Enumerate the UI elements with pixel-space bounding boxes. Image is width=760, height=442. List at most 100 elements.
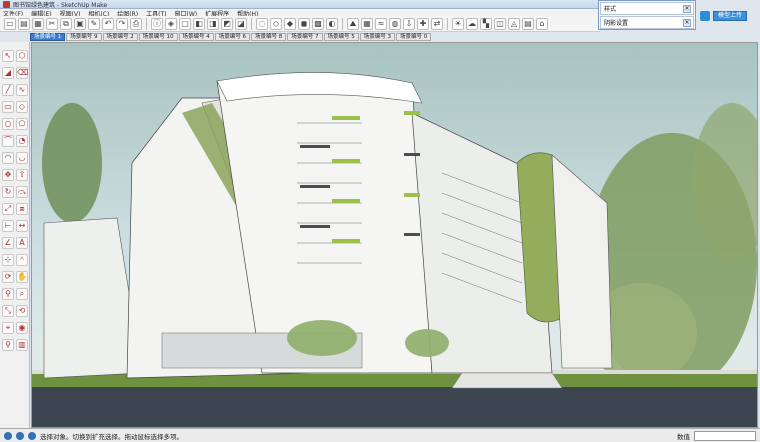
scene-tab[interactable]: 场景编号 4 [178, 33, 214, 41]
shadows-panel-row[interactable]: 阴影设置 × [600, 16, 694, 29]
scale-icon[interactable]: ⤢ [2, 203, 14, 215]
eraser-icon[interactable]: ⌫ [16, 67, 28, 79]
help-info-icon[interactable] [28, 431, 36, 440]
scene-tab[interactable]: 场景编号 8 [251, 33, 287, 41]
open-icon[interactable]: ▤ [18, 17, 30, 30]
section-icon[interactable]: ▥ [16, 339, 28, 351]
geo-location-icon[interactable] [4, 431, 12, 440]
scene-tab[interactable]: 场景编号 3 [359, 33, 395, 41]
textured-icon[interactable]: ▩ [312, 17, 324, 30]
right-view-icon[interactable]: ◨ [207, 17, 219, 30]
edge-style-icon[interactable]: ▚ [480, 17, 492, 30]
cut-icon[interactable]: ✂ [46, 17, 58, 30]
styles-panel-row[interactable]: 样式 × [600, 2, 694, 15]
rectangle-icon[interactable]: ▭ [2, 101, 14, 113]
dimension-icon[interactable]: ↔ [16, 220, 28, 232]
layer-icon[interactable]: ▤ [522, 17, 534, 30]
orbit-icon[interactable]: ⟳ [2, 271, 14, 283]
left-view-icon[interactable]: ◪ [235, 17, 247, 30]
model-info-icon[interactable]: ⓘ [151, 17, 163, 30]
close-icon[interactable]: × [683, 4, 691, 13]
look-around-icon[interactable]: ◉ [16, 322, 28, 334]
paint-bucket-icon[interactable]: ◢ [2, 67, 14, 79]
rotated-rect-icon[interactable]: ◇ [16, 101, 28, 113]
xray-icon[interactable]: ◌ [256, 17, 268, 30]
wireframe-icon[interactable]: ◇ [270, 17, 282, 30]
protractor-icon[interactable]: ∠ [2, 237, 14, 249]
select-icon[interactable]: ↖ [2, 50, 14, 62]
stamp-icon[interactable]: ◍ [389, 17, 401, 30]
position-camera-icon[interactable]: ⌖ [2, 322, 14, 334]
fog-icon[interactable]: ☁ [466, 17, 478, 30]
zoom-extents-icon[interactable]: ⤡ [2, 305, 14, 317]
top-view-icon[interactable]: ▢ [179, 17, 191, 30]
section-display-icon[interactable]: ◬ [508, 17, 520, 30]
shadow-icon[interactable]: ☀ [452, 17, 464, 30]
rotate-icon[interactable]: ↻ [2, 186, 14, 198]
scene-tab[interactable]: 场景编号 2 [102, 33, 138, 41]
flip-edge-icon[interactable]: ⇄ [431, 17, 443, 30]
add-detail-icon[interactable]: ✚ [417, 17, 429, 30]
zoom-icon[interactable]: ⚲ [2, 288, 14, 300]
upload-model-button[interactable]: 模型上传 [713, 11, 748, 21]
section-plane-icon[interactable]: ◫ [494, 17, 506, 30]
3d-text-icon[interactable]: ᴬ [16, 254, 28, 266]
sandbox-from-scratch-icon[interactable]: ▦ [361, 17, 373, 30]
close-icon[interactable]: × [683, 18, 691, 27]
3d-warehouse-icon[interactable]: ⌂ [536, 17, 548, 30]
toolbar-separator [146, 17, 147, 30]
redo-icon[interactable]: ↷ [116, 17, 128, 30]
move-icon[interactable]: ✥ [2, 169, 14, 181]
large-tool-set: ↖ ⬡ ◢ ⌫ ╱ ∿ ▭ ◇ ○ ⬠ ⌒ ◔ ◠ ◡ ✥ ⇧ ↻ ⤼ ⤢ ⧈ ⊢ ↔ ∠ A ⊹ ᴬ ⟳ ✋ ⚲ ⌕ ⤡ ⟲ ⌖ ◉ ⚲ ▥ [0, 42, 30, 428]
default-tray-panel: 样式 × 阴影设置 × [598, 0, 696, 30]
measurements-input[interactable] [694, 430, 756, 441]
circle-icon[interactable]: ○ [2, 118, 14, 130]
scene-tab[interactable]: 场景编号 6 [214, 33, 250, 41]
erase-icon[interactable]: ✎ [88, 17, 100, 30]
model-viewport[interactable] [31, 42, 758, 428]
make-component-icon[interactable]: ⬡ [16, 50, 28, 62]
freehand-icon[interactable]: ∿ [16, 84, 28, 96]
main-toolbar: ▭ ▤ ▦ ✂ ⧉ ▣ ✎ ↶ ↷ ⎙ ⓘ ◈ ▢ ◧ ◨ ◩ ◪ ◌ ◇ ◆ ◼ ▩ ◐ ⛰ ▦ ≈ ◍ ⇩ ✚ ⇄ ☀ ☁ ▚ ◫ ◬ ▤ ⌂ [0, 16, 600, 32]
arc-3pt-icon[interactable]: ◠ [2, 152, 14, 164]
scene-tab[interactable]: 场景编号 5 [323, 33, 359, 41]
print-icon[interactable]: ⎙ [130, 17, 142, 30]
zoom-window-icon[interactable]: ⌕ [16, 288, 28, 300]
text-icon[interactable]: A [16, 237, 28, 249]
arc-2pt-icon[interactable]: ◡ [16, 152, 28, 164]
walk-icon[interactable]: ⚲ [2, 339, 14, 351]
credits-icon[interactable] [16, 431, 24, 440]
scene-tab[interactable]: 场景编号 7 [287, 33, 323, 41]
push-pull-icon[interactable]: ⇧ [16, 169, 28, 181]
back-view-icon[interactable]: ◩ [221, 17, 233, 30]
smoove-icon[interactable]: ≈ [375, 17, 387, 30]
pie-icon[interactable]: ◔ [16, 135, 28, 147]
polygon-icon[interactable]: ⬠ [16, 118, 28, 130]
previous-view-icon[interactable]: ⟲ [16, 305, 28, 317]
monochrome-icon[interactable]: ◐ [326, 17, 338, 30]
iso-view-icon[interactable]: ◈ [165, 17, 177, 30]
undo-icon[interactable]: ↶ [102, 17, 114, 30]
scene-tab[interactable]: 场景编号 10 [138, 33, 178, 41]
scene-tab[interactable]: 场景编号 0 [396, 33, 432, 41]
copy-icon[interactable]: ⧉ [60, 17, 72, 30]
paste-icon[interactable]: ▣ [74, 17, 86, 30]
scene-tab[interactable]: 场景编号 1 [30, 33, 66, 41]
scene-tab[interactable]: 场景编号 9 [66, 33, 102, 41]
sandbox-from-contours-icon[interactable]: ⛰ [347, 17, 359, 30]
axes-icon[interactable]: ⊹ [2, 254, 14, 266]
save-icon[interactable]: ▦ [32, 17, 44, 30]
sketchup-app-icon [3, 0, 10, 8]
offset-icon[interactable]: ⧈ [16, 203, 28, 215]
front-view-icon[interactable]: ◧ [193, 17, 205, 30]
tape-measure-icon[interactable]: ⊢ [2, 220, 14, 232]
drape-icon[interactable]: ⇩ [403, 17, 415, 30]
shaded-icon[interactable]: ◼ [298, 17, 310, 30]
line-icon[interactable]: ╱ [2, 84, 14, 96]
pan-icon[interactable]: ✋ [16, 271, 28, 283]
hidden-line-icon[interactable]: ◆ [284, 17, 296, 30]
new-icon[interactable]: ▭ [4, 17, 16, 30]
arc-icon[interactable]: ⌒ [2, 135, 14, 147]
follow-me-icon[interactable]: ⤼ [16, 186, 28, 198]
architectural-model-render [32, 72, 757, 427]
